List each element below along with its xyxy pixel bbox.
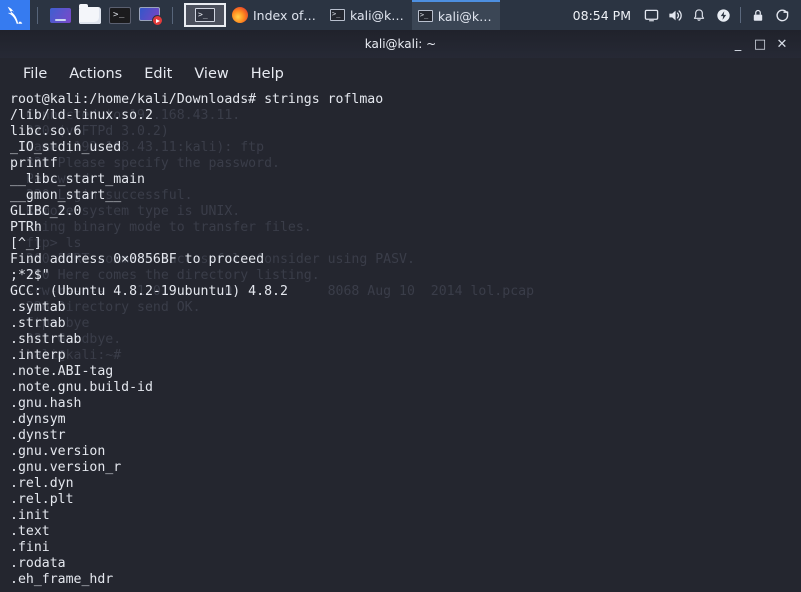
terminal-output-line: .symtab <box>10 300 66 315</box>
screen-recorder-icon[interactable] <box>135 0 165 30</box>
volume-icon[interactable] <box>663 0 687 30</box>
window-button-terminal-2-label: kali@k… <box>437 8 492 24</box>
notifications-bell-icon[interactable] <box>687 0 711 30</box>
terminal-icon <box>417 9 433 22</box>
terminal-output-line: PTRh <box>10 220 42 235</box>
workspace-terminal-icon <box>195 8 215 22</box>
menu-view[interactable]: View <box>183 63 239 85</box>
logout-icon[interactable] <box>770 0 794 30</box>
menu-help[interactable]: Help <box>240 63 295 85</box>
taskbar-divider-1 <box>37 6 38 24</box>
terminal-output-line: .note.gnu.build-id <box>10 380 153 395</box>
terminal-output-line: .interp <box>10 348 66 363</box>
terminal-output-line: .shstrtab <box>10 332 82 347</box>
terminal-command-line: root@kali:/home/kali/Downloads# strings … <box>10 92 384 107</box>
menubar: File Actions Edit View Help <box>0 58 801 90</box>
terminal-window: kali@kali: ~ _ □ ✕ File Actions Edit Vie… <box>0 30 801 592</box>
workspace-indicator[interactable] <box>184 3 226 27</box>
tray-divider <box>740 7 741 23</box>
terminal-output-line: printf <box>10 156 58 171</box>
terminal-output-line: libc.so.6 <box>10 124 82 139</box>
window-button-terminal-2[interactable]: kali@k… <box>411 0 500 30</box>
terminal-output-line: .gnu.version <box>10 444 106 459</box>
window-button-terminal-1[interactable]: kali@k… <box>324 0 412 30</box>
window-controls: _ □ ✕ <box>727 30 801 58</box>
kali-menu-icon[interactable] <box>0 0 30 30</box>
firefox-icon <box>232 7 248 23</box>
maximize-button[interactable]: □ <box>749 30 771 58</box>
terminal-output-line: __libc_start_main <box>10 172 145 187</box>
terminal-output-line: .rel.dyn <box>10 476 74 491</box>
terminal-output-line: .fini <box>10 540 50 555</box>
terminal-text: root@kali:/home/kali/Downloads# strings … <box>10 92 800 588</box>
terminal-output-line: Find address 0×0856BF to proceed <box>10 252 265 267</box>
terminal-output-line: .text <box>10 524 50 539</box>
display-icon[interactable] <box>639 0 663 30</box>
menu-actions[interactable]: Actions <box>58 63 133 85</box>
window-button-firefox[interactable]: Index of… <box>226 0 324 30</box>
taskbar-divider-2 <box>172 6 173 24</box>
terminal-icon <box>329 8 345 21</box>
terminal-output-line: GLIBC_2.0 <box>10 204 82 219</box>
taskbar-left-group: Index of… kali@k… kali@k… <box>0 0 500 30</box>
terminal-output-line: .rel.plt <box>10 492 74 507</box>
clock[interactable]: 08:54 PM <box>573 8 631 23</box>
terminal-output-area[interactable]: Connected to 192.168.43.11. 220 (vsFTPd … <box>0 90 801 592</box>
terminal-output-line: /lib/ld-linux.so.2 <box>10 108 153 123</box>
power-manager-icon[interactable] <box>711 0 735 30</box>
window-button-firefox-label: Index of… <box>253 7 316 23</box>
window-title: kali@kali: ~ <box>364 37 437 51</box>
taskbar: Index of… kali@k… kali@k… 08:54 PM <box>0 0 801 30</box>
window-titlebar[interactable]: kali@kali: ~ _ □ ✕ <box>0 30 801 58</box>
terminal-output-line: .eh_frame_hdr <box>10 572 114 587</box>
close-button[interactable]: ✕ <box>771 30 793 58</box>
system-tray: 08:54 PM <box>569 0 801 30</box>
minimize-button[interactable]: _ <box>727 30 749 58</box>
window-button-terminal-1-label: kali@k… <box>349 7 404 23</box>
terminal-output-line: __gmon_start__ <box>10 188 122 203</box>
terminal-output-line: .note.ABI-tag <box>10 364 114 379</box>
window-buttons: Index of… kali@k… kali@k… <box>226 0 500 30</box>
terminal-output-line: .gnu.hash <box>10 396 82 411</box>
menu-edit[interactable]: Edit <box>133 63 183 85</box>
terminal-output-line: GCC: (Ubuntu 4.8.2-19ubuntu1) 4.8.2 <box>10 284 288 299</box>
terminal-output-line: .strtab <box>10 316 66 331</box>
lock-screen-icon[interactable] <box>746 0 770 30</box>
terminal-output-line: .rodata <box>10 556 66 571</box>
menu-file[interactable]: File <box>12 63 58 85</box>
app-launcher-icon[interactable] <box>45 0 75 30</box>
terminal-output-line: ;*2$" <box>10 268 50 283</box>
terminal-output-line: [^_] <box>10 236 42 251</box>
terminal-output-line: .gnu.version_r <box>10 460 122 475</box>
terminal-output-line: .dynstr <box>10 428 66 443</box>
terminal-output-line: .dynsym <box>10 412 66 427</box>
terminal-launcher-icon[interactable] <box>105 0 135 30</box>
file-manager-icon[interactable] <box>75 0 105 30</box>
terminal-output-line: _IO_stdin_used <box>10 140 122 155</box>
terminal-output-line: .init <box>10 508 50 523</box>
